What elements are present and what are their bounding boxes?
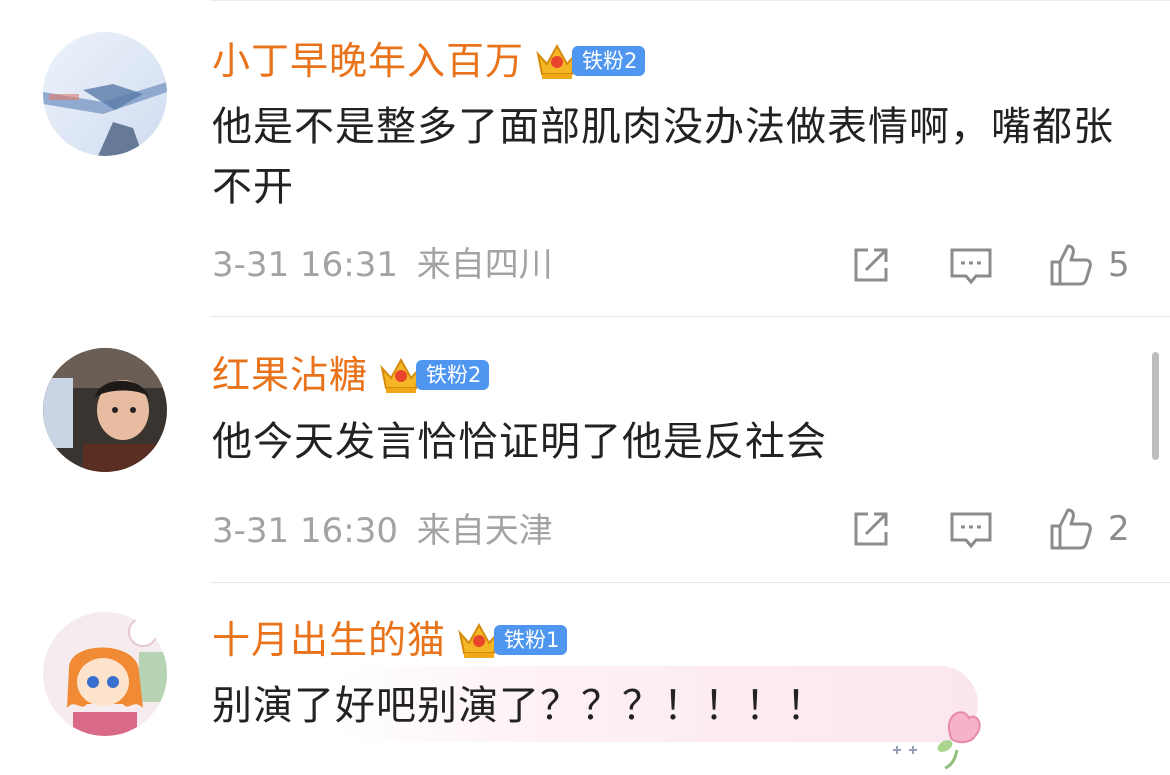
- like-count: 5: [1108, 245, 1130, 285]
- avatar[interactable]: [43, 348, 167, 472]
- comment-text: 他是不是整多了面部肌肉没办法做表情啊，嘴都张不开: [212, 104, 1114, 210]
- comment-meta: 3-31 16:31 来自四川: [212, 248, 553, 282]
- fan-level: 铁粉2: [572, 46, 646, 76]
- name-row: 十月出生的猫 铁粉1: [212, 612, 568, 668]
- username[interactable]: 十月出生的猫: [212, 621, 446, 659]
- share-icon[interactable]: [848, 506, 894, 552]
- comment-location: 来自四川: [416, 245, 553, 285]
- comment-text: 别演了好吧别演了？？？！！！！: [212, 683, 827, 729]
- comment-time: 3-31 16:30: [212, 511, 398, 551]
- avatar[interactable]: [43, 32, 167, 156]
- username[interactable]: 红果沾糖: [212, 356, 368, 394]
- fan-badge[interactable]: 铁粉2: [534, 40, 646, 82]
- action-bar: 2: [810, 506, 1170, 556]
- thumbs-up-icon[interactable]: [1048, 242, 1094, 288]
- comment-item: 红果沾糖 铁粉2 他今天发言恰恰证明了他是反社会 3-31 16:30 来自天津…: [0, 316, 1170, 582]
- comment-location: 来自天津: [416, 511, 553, 551]
- name-row: 红果沾糖 铁粉2: [212, 347, 490, 403]
- fan-level: 铁粉2: [416, 360, 490, 390]
- comment-icon[interactable]: [948, 506, 994, 552]
- action-bar: 5: [810, 242, 1170, 292]
- avatar[interactable]: [43, 612, 167, 736]
- fan-level: 铁粉1: [494, 625, 568, 655]
- username[interactable]: 小丁早晚年入百万: [212, 42, 524, 80]
- like-count: 2: [1108, 509, 1130, 549]
- comment-time: 3-31 16:31: [212, 245, 398, 285]
- comment-text: 他今天发言恰恰证明了他是反社会: [212, 419, 827, 465]
- comment-meta: 3-31 16:30 来自天津: [212, 514, 553, 548]
- scrollbar[interactable]: [1152, 352, 1159, 460]
- fan-badge[interactable]: 铁粉1: [456, 619, 568, 661]
- comment-item: 小丁早晚年入百万 铁粉2 他是不是整多了面部肌肉没办法做表情啊，嘴都张不开 3-…: [0, 0, 1170, 316]
- comment-item: 十月出生的猫 铁粉1 别演了好吧别演了？？？！！！！: [0, 582, 1170, 775]
- name-row: 小丁早晚年入百万 铁粉2: [212, 33, 646, 89]
- fan-badge[interactable]: 铁粉2: [378, 354, 490, 396]
- comment-icon[interactable]: [948, 242, 994, 288]
- share-icon[interactable]: [848, 242, 894, 288]
- thumbs-up-icon[interactable]: [1048, 506, 1094, 552]
